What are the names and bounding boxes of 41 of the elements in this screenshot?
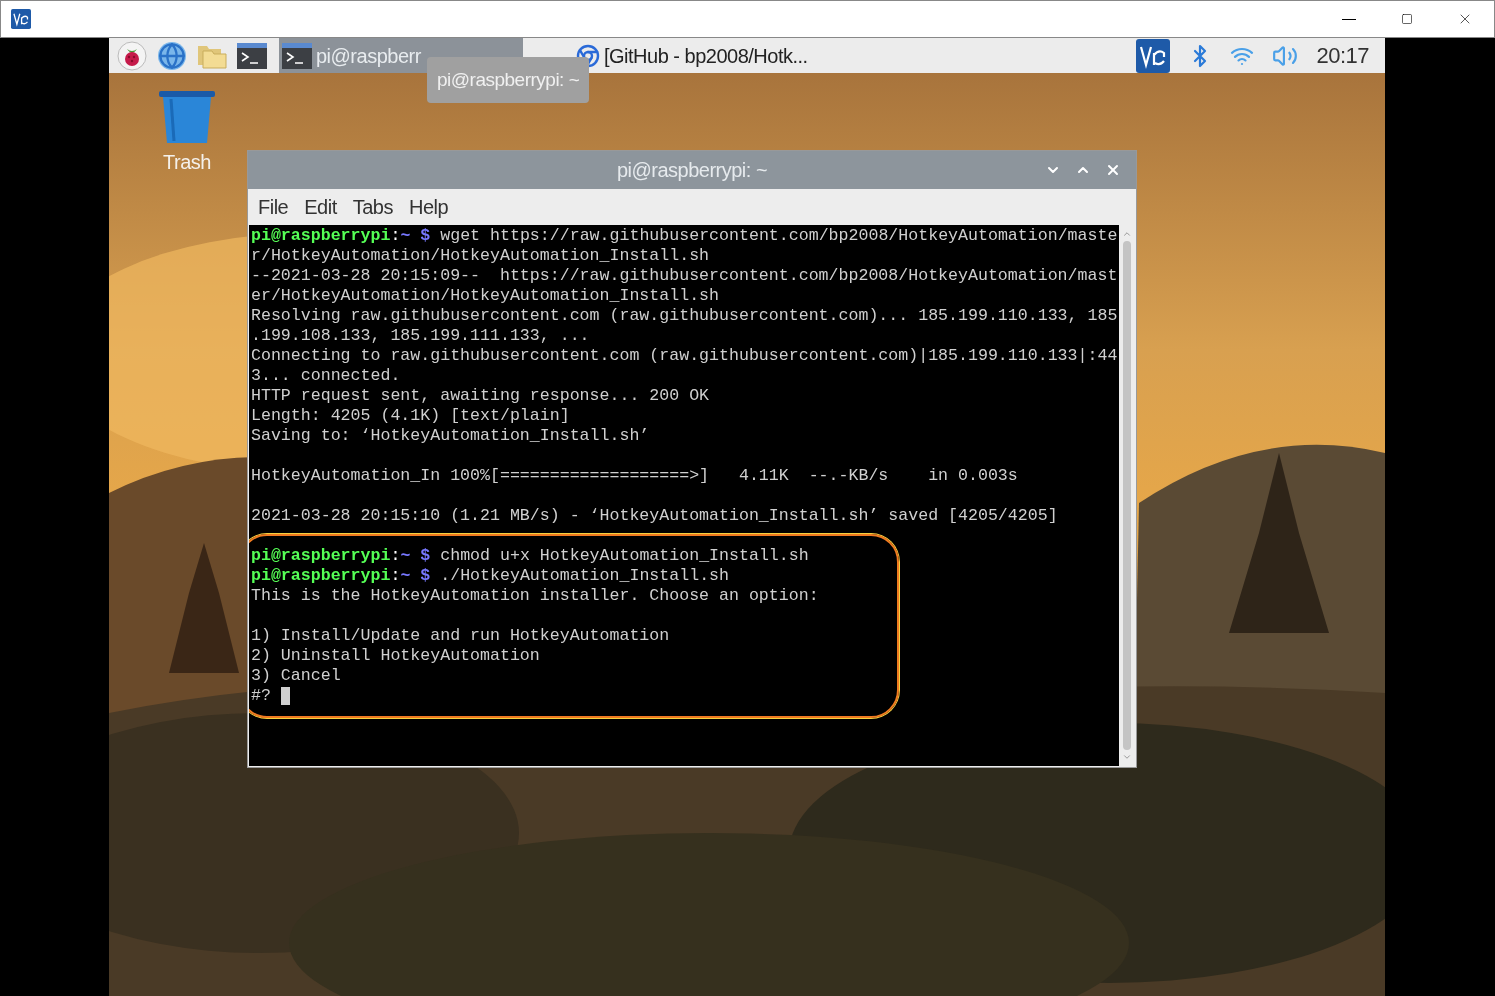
prompt-line: pi@raspberrypi:~ $ wget https://raw.githubusercontent.com/bp2008/HotkeyAutomation/maste [251,226,1119,246]
tooltip: pi@raspberrypi: ~ [427,57,590,103]
output-line: Saving to: ‘HotkeyAutomation_Install.sh’ [251,426,651,446]
scroll-up-icon[interactable] [1122,229,1132,239]
output-line: 1) Install/Update and run HotkeyAutomation [251,626,671,646]
output-line: 3) Cancel [251,666,342,686]
window-title: pi@raspberrypi: ~ [616,158,768,183]
menu-item[interactable]: Tabs [346,192,399,222]
output-line: This is the HotkeyAutomation installer. Choose an option: [251,586,820,606]
output-line: HTTP request sent, awaiting response... 200 OK [251,386,711,406]
menu-item[interactable]: File [252,192,295,222]
prompt-line: pi@raspberrypi:~ $ chmod u+x HotkeyAutomation_Install.sh [251,546,810,566]
text-cursor [280,687,290,705]
globe-icon [158,41,186,70]
minimize-icon [1342,18,1356,20]
clock: 20:17 [1316,42,1369,70]
maximize-icon [1401,13,1413,25]
terminal-icon [237,42,267,69]
menu-item[interactable]: Edit [298,192,343,222]
prompt-line: pi@raspberrypi:~ $ ./HotkeyAutomation_Install.sh [251,566,731,586]
scrollbar-thumb[interactable] [1123,241,1131,750]
output-line: .199.108.133, 185.199.111.133, ... [251,326,591,346]
output-line: r/HotkeyAutomation/HotkeyAutomation_Install.sh [251,246,711,266]
scroll-down-icon[interactable] [1122,752,1132,762]
trash-bin-icon [159,91,215,143]
output-line: 3... connected. [251,366,402,386]
output-line: Length: 4205 (4.1K) [text/plain] [251,406,571,426]
raspberry-menu-button[interactable] [115,38,149,73]
input-prompt: #? [251,686,271,706]
menu-item[interactable]: Help [402,192,455,222]
vnc-logo-icon [11,9,31,29]
vnc-tray-button[interactable] [1136,38,1171,73]
output-line: Resolving raw.githubusercontent.com (raw.githubusercontent.com)... 185.199.110.133, 185 [251,306,1119,326]
output-line: 2021-03-28 20:15:10 (1.21 MB/s) - ‘HotkeyAutomation_Install.sh’ saved [4205/4205] [251,506,1059,526]
output-line: er/HotkeyAutomation/HotkeyAutomation_Install.sh [251,286,721,306]
output-line: 2) Uninstall HotkeyAutomation [251,646,541,666]
output-line: Connecting to raw.githubusercontent.com (raw.githubusercontent.com)|185.199.110.133|:44 [251,346,1119,366]
terminal-icon [282,42,312,69]
output-line: HotkeyAutomation_In 100%[===================>] 4.11K --.-KB/s in 0.003s [251,466,1019,486]
close-icon [1105,162,1121,178]
output-line: --2021-03-28 20:15:09-- https://raw.githubusercontent.com/bp2008/HotkeyAutomation/mast [251,266,1119,286]
